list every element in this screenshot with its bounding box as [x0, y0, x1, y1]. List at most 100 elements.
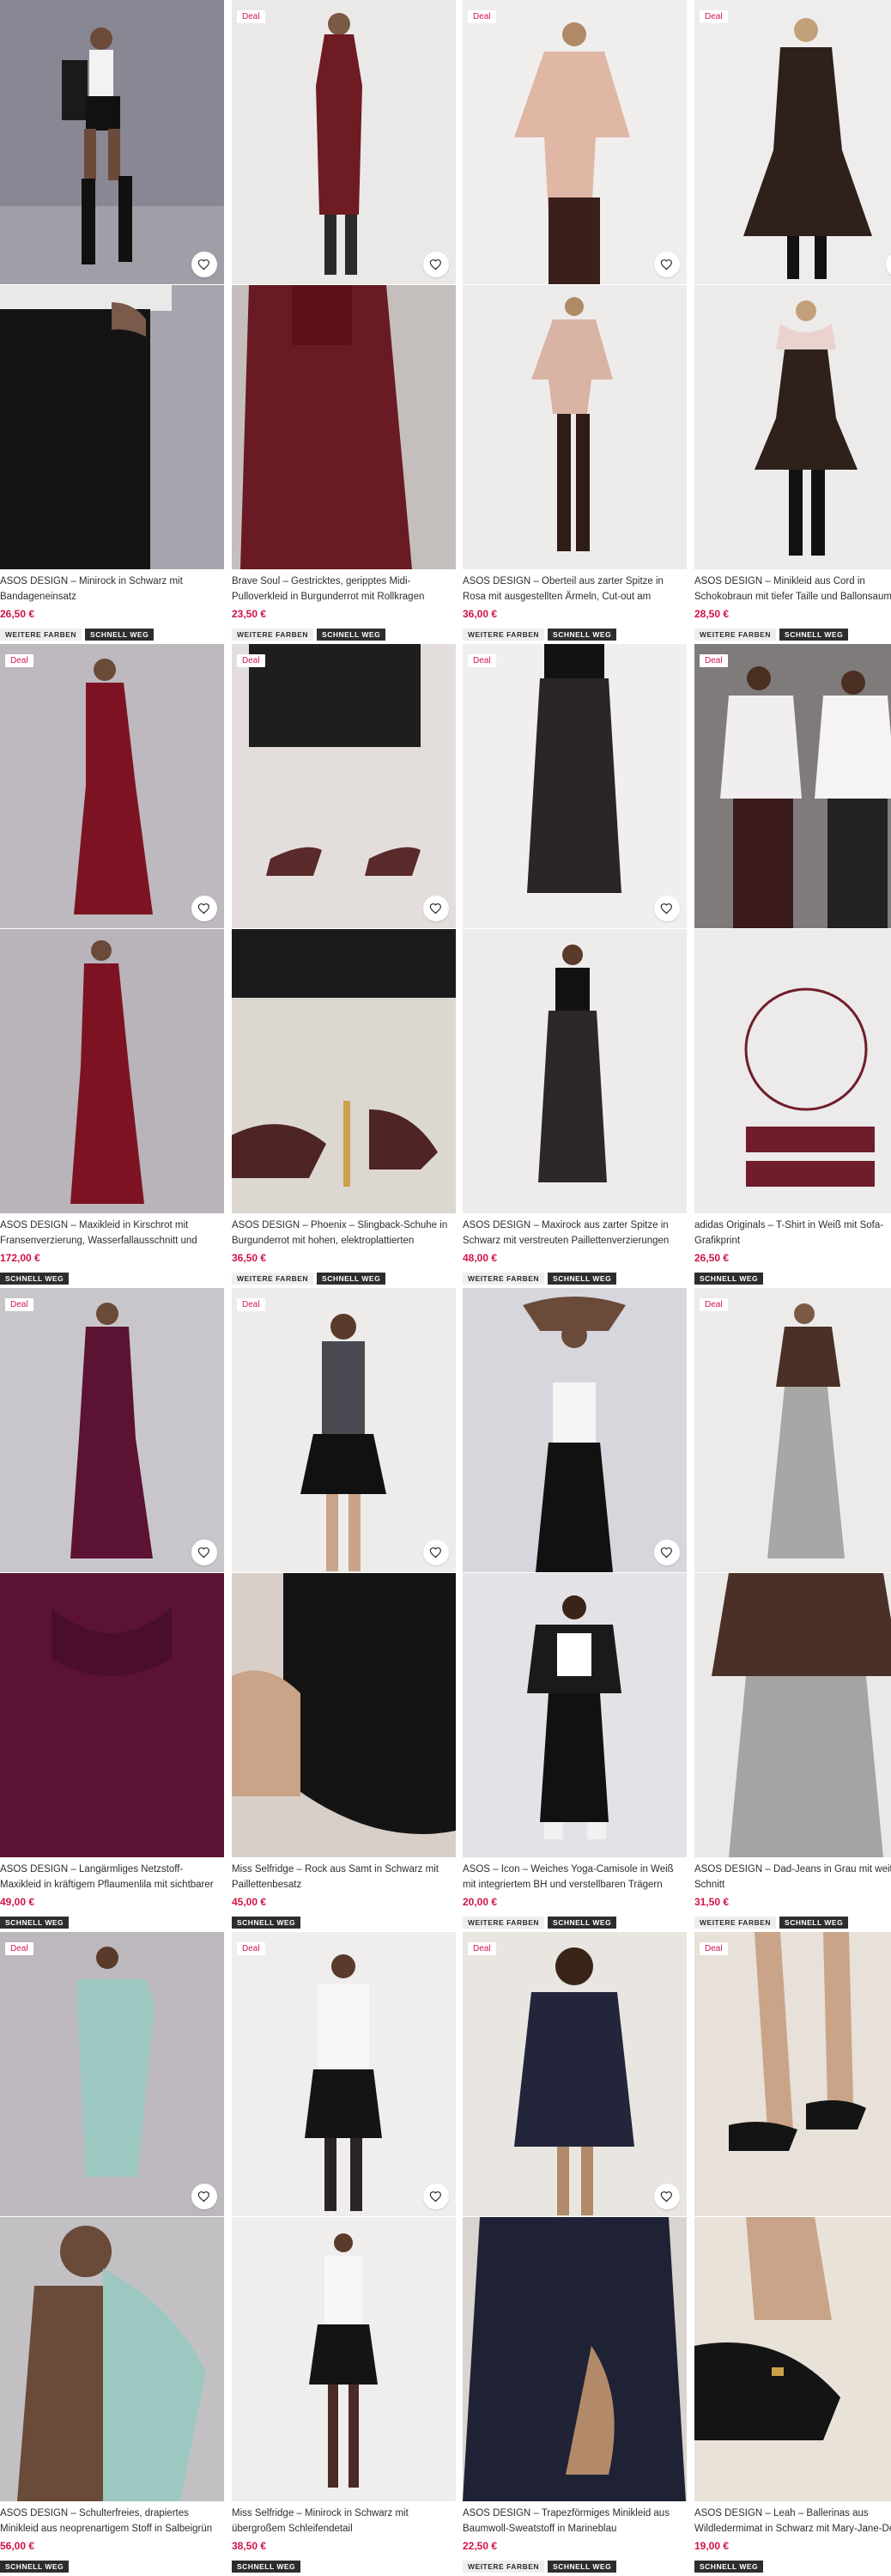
product-card[interactable]: Deal ASOS DESIGN – Schulterfreies, drapi…	[0, 1932, 224, 2576]
product-image-secondary[interactable]	[694, 285, 891, 569]
wishlist-heart-icon[interactable]	[423, 252, 449, 277]
product-tags: WEITERE FARBEN SCHNELL WEG	[463, 1917, 617, 1929]
product-card[interactable]: Deal Miss Selfridge – Minirock in Schwar…	[232, 1932, 456, 2576]
product-title[interactable]: Brave Soul – Gestricktes, geripptes Midi…	[232, 574, 456, 605]
wishlist-heart-icon[interactable]	[654, 1540, 680, 1565]
product-image-secondary[interactable]	[232, 1573, 456, 1857]
product-card[interactable]: Deal ASOS DESIGN – Oberteil aus zarter S…	[463, 0, 687, 644]
product-card[interactable]: ASOS DESIGN – Minirock in Schwarz mit Ba…	[0, 0, 224, 644]
product-tags: WEITERE FARBEN SCHNELL WEG	[232, 629, 386, 641]
product-image-secondary[interactable]	[0, 2217, 224, 2501]
product-card[interactable]: Deal Brave Soul – Gestricktes, geripptes…	[232, 0, 456, 644]
product-image-secondary[interactable]	[0, 1573, 224, 1857]
product-price: 20,00 €	[463, 1896, 498, 1908]
product-title[interactable]: ASOS DESIGN – Maxirock aus zarter Spitze…	[463, 1218, 687, 1249]
product-price: 38,50 €	[232, 2540, 267, 2552]
product-title[interactable]: ASOS DESIGN – Minirock in Schwarz mit Ba…	[0, 574, 224, 605]
more-colors-tag: WEITERE FARBEN	[694, 629, 777, 641]
wishlist-heart-icon[interactable]	[191, 896, 217, 921]
product-image-primary[interactable]: Deal	[232, 0, 456, 284]
product-image-secondary[interactable]	[232, 285, 456, 569]
wishlist-heart-icon[interactable]	[191, 2184, 217, 2209]
product-image-secondary[interactable]	[232, 2217, 456, 2501]
product-title[interactable]: adidas Originals – T-Shirt in Weiß mit S…	[694, 1218, 891, 1249]
deal-badge: Deal	[700, 1298, 728, 1311]
shoe-detail-photo	[694, 2217, 891, 2501]
detail-photo	[232, 285, 456, 569]
product-image-secondary[interactable]	[463, 929, 687, 1213]
deal-badge: Deal	[700, 1942, 728, 1955]
quick-view-tag: SCHNELL WEG	[0, 2561, 70, 2573]
product-title[interactable]: Miss Selfridge – Minirock in Schwarz mit…	[232, 2506, 456, 2537]
product-image-secondary[interactable]	[463, 2217, 687, 2501]
product-card[interactable]: Deal ASOS DESIGN – Dad-Jeans in Grau mit…	[694, 1288, 891, 1932]
product-card[interactable]: Deal ASOS DESIGN – Maxirock aus zarter S…	[463, 644, 687, 1288]
product-image-secondary[interactable]	[463, 1573, 687, 1857]
product-title[interactable]: ASOS DESIGN – Trapezförmiges Minikleid a…	[463, 2506, 687, 2537]
product-card[interactable]: Deal ASOS DESIGN – Trapezförmiges Minikl…	[463, 1932, 687, 2576]
wishlist-heart-icon[interactable]	[654, 252, 680, 277]
model-photo	[463, 1932, 687, 2216]
product-image-secondary[interactable]	[232, 929, 456, 1213]
product-card[interactable]: Deal Miss Selfridge – Rock aus Samt in S…	[232, 1288, 456, 1932]
product-title[interactable]: ASOS DESIGN – Schulterfreies, drapiertes…	[0, 2506, 224, 2537]
quick-view-tag: SCHNELL WEG	[317, 629, 386, 641]
quick-view-tag: SCHNELL WEG	[548, 1273, 617, 1285]
product-image-primary[interactable]	[463, 1288, 687, 1572]
product-tags: SCHNELL WEG	[0, 1917, 70, 1929]
product-image-primary[interactable]: Deal	[463, 644, 687, 928]
product-image-secondary[interactable]	[694, 929, 891, 1213]
product-title[interactable]: ASOS DESIGN – Phoenix – Slingback-Schuhe…	[232, 1218, 456, 1249]
product-title[interactable]: ASOS DESIGN – Oberteil aus zarter Spitze…	[463, 574, 687, 605]
product-image-primary[interactable]: Deal	[232, 1288, 456, 1572]
product-image-secondary[interactable]	[0, 285, 224, 569]
product-image-primary[interactable]: Deal	[0, 1932, 224, 2216]
product-grid: ASOS DESIGN – Minirock in Schwarz mit Ba…	[0, 0, 891, 2576]
quick-view-tag: SCHNELL WEG	[779, 1917, 849, 1929]
product-card[interactable]: Deal ASOS DESIGN – Minikleid aus Cord in…	[694, 0, 891, 644]
product-tags: WEITERE FARBEN SCHNELL WEG	[694, 629, 849, 641]
product-image-secondary[interactable]	[0, 929, 224, 1213]
product-price: 48,00 €	[463, 1252, 498, 1264]
product-title[interactable]: Miss Selfridge – Rock aus Samt in Schwar…	[232, 1862, 456, 1893]
wishlist-heart-icon[interactable]	[191, 252, 217, 277]
product-card[interactable]: Deal ASOS DESIGN – Leah – Ballerinas aus…	[694, 1932, 891, 2576]
wishlist-heart-icon[interactable]	[423, 2184, 449, 2209]
product-card[interactable]: Deal adidas Originals – T-Shirt in Weiß …	[694, 644, 891, 1288]
product-card[interactable]: Deal ASOS DESIGN – Langärmliges Netzstof…	[0, 1288, 224, 1932]
product-title[interactable]: ASOS – Icon – Weiches Yoga-Camisole in W…	[463, 1862, 687, 1893]
product-image-primary[interactable]: Deal	[232, 1932, 456, 2216]
product-title[interactable]: ASOS DESIGN – Minikleid aus Cord in Scho…	[694, 574, 891, 605]
wishlist-heart-icon[interactable]	[654, 896, 680, 921]
product-image-primary[interactable]: Deal	[0, 644, 224, 928]
product-tags: WEITERE FARBEN SCHNELL WEG	[463, 629, 617, 641]
product-image-primary[interactable]: Deal	[694, 644, 891, 928]
product-card[interactable]: ASOS – Icon – Weiches Yoga-Camisole in W…	[463, 1288, 687, 1932]
product-image-primary[interactable]	[0, 0, 224, 284]
product-tags: WEITERE FARBEN SCHNELL WEG	[463, 1273, 617, 1285]
wishlist-heart-icon[interactable]	[423, 1540, 449, 1565]
model-photo	[463, 644, 687, 928]
product-image-primary[interactable]: Deal	[0, 1288, 224, 1572]
product-image-primary[interactable]: Deal	[463, 1932, 687, 2216]
product-image-primary[interactable]: Deal	[694, 0, 891, 284]
product-image-primary[interactable]: Deal	[694, 1288, 891, 1572]
product-image-secondary[interactable]	[694, 2217, 891, 2501]
product-card[interactable]: Deal ASOS DESIGN – Maxikleid in Kirschro…	[0, 644, 224, 1288]
product-image-secondary[interactable]	[463, 285, 687, 569]
product-image-primary[interactable]: Deal	[463, 0, 687, 284]
wishlist-heart-icon[interactable]	[654, 2184, 680, 2209]
quick-view-tag: SCHNELL WEG	[694, 2561, 764, 2573]
product-title[interactable]: ASOS DESIGN – Langärmliges Netzstoff-Max…	[0, 1862, 224, 1893]
product-title[interactable]: ASOS DESIGN – Maxikleid in Kirschrot mit…	[0, 1218, 224, 1249]
product-price: 56,00 €	[0, 2540, 35, 2552]
product-card[interactable]: Deal ASOS DESIGN – Phoenix – Slingback-S…	[232, 644, 456, 1288]
wishlist-heart-icon[interactable]	[191, 1540, 217, 1565]
product-image-primary[interactable]: Deal	[694, 1932, 891, 2216]
product-image-secondary[interactable]	[694, 1573, 891, 1857]
product-title[interactable]: ASOS DESIGN – Dad-Jeans in Grau mit weit…	[694, 1862, 891, 1893]
detail-photo	[694, 929, 891, 1213]
product-title[interactable]: ASOS DESIGN – Leah – Ballerinas aus Wild…	[694, 2506, 891, 2537]
product-image-primary[interactable]: Deal	[232, 644, 456, 928]
wishlist-heart-icon[interactable]	[423, 896, 449, 921]
